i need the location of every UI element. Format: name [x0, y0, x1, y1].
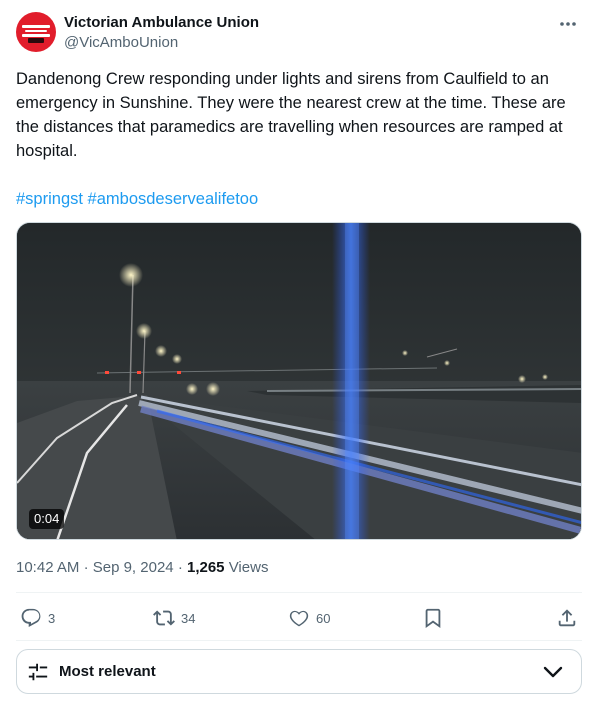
action-bar: 3 34 60 — [16, 600, 582, 636]
like-icon — [289, 610, 309, 627]
reply-sort-dropdown[interactable]: Most relevant — [16, 649, 582, 694]
more-icon[interactable] — [556, 14, 580, 34]
video-frame — [17, 223, 581, 539]
share-button[interactable] — [556, 600, 578, 636]
author-handle[interactable]: @VicAmboUnion — [64, 34, 178, 51]
hashtags: #springst #ambosdeservealifetoo — [16, 187, 258, 211]
video-duration: 0:04 — [29, 509, 65, 529]
views-label: Views — [228, 559, 269, 576]
video-player[interactable]: 0:04 — [16, 222, 582, 540]
meta-separator: · — [177, 559, 183, 576]
reply-button[interactable]: 3 — [20, 600, 55, 636]
like-button[interactable]: 60 — [288, 600, 330, 636]
filter-icon — [28, 663, 48, 681]
divider — [16, 640, 582, 641]
bookmark-button[interactable] — [422, 600, 444, 636]
hashtag-springst[interactable]: #springst — [16, 190, 83, 208]
post-date[interactable]: Sep 9, 2024 — [93, 559, 174, 576]
tweet-text: Dandenong Crew responding under lights a… — [16, 70, 566, 160]
author-name[interactable]: Victorian Ambulance Union — [64, 14, 259, 31]
hashtag-ambosdeservealifetoo[interactable]: #ambosdeservealifetoo — [88, 190, 259, 208]
views-count: 1,265 — [186, 559, 225, 576]
repost-icon — [153, 610, 175, 626]
repost-count: 34 — [181, 610, 196, 626]
repost-button[interactable]: 34 — [153, 600, 195, 636]
like-count: 60 — [316, 610, 331, 626]
chevron-down-icon — [543, 666, 563, 678]
share-icon — [558, 609, 576, 627]
post-time[interactable]: 10:42 AM — [16, 559, 79, 576]
sort-label: Most relevant — [59, 663, 156, 680]
avatar[interactable] — [16, 12, 56, 52]
bookmark-icon — [425, 608, 441, 629]
tweet: Victorian Ambulance Union @VicAmboUnion … — [0, 0, 598, 703]
reply-icon — [21, 608, 41, 628]
tweet-meta: 10:42 AM · Sep 9, 2024 · 1,265 Views — [16, 559, 268, 576]
meta-separator: · — [83, 559, 89, 576]
tweet-header: Victorian Ambulance Union @VicAmboUnion — [16, 12, 582, 56]
divider — [16, 592, 582, 593]
reply-count: 3 — [48, 610, 56, 626]
